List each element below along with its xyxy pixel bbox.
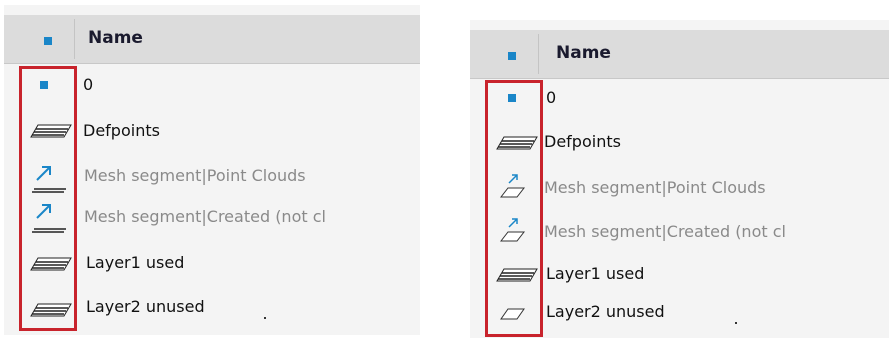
left-column-header[interactable]: Name <box>4 15 420 64</box>
column-divider[interactable] <box>538 34 539 74</box>
layer-name: 0 <box>83 75 94 94</box>
layer-name: Defpoints <box>83 121 160 140</box>
layer-name: Mesh segment|Point Clouds <box>84 166 306 185</box>
right-column-header[interactable]: Name <box>470 30 889 79</box>
layer-name: Layer1 used <box>546 264 645 283</box>
right-layer-panel: Name 0 Defpoints Mesh segment|Point Clou… <box>470 20 889 338</box>
stray-dot <box>735 322 737 324</box>
column-divider[interactable] <box>74 19 75 59</box>
icon-column-highlight <box>19 66 77 331</box>
layer-name: Layer2 unused <box>546 302 665 321</box>
left-layer-panel: Name 0 Defpoints Mesh segment|Point Clou… <box>4 5 420 335</box>
layer-name: Layer1 used <box>86 253 185 272</box>
layer-name: Defpoints <box>544 132 621 151</box>
layer-name: Mesh segment|Created (not cl <box>84 207 326 226</box>
layer-name: Mesh segment|Created (not cl <box>544 222 786 241</box>
name-column-label: Name <box>556 43 611 63</box>
icon-column-highlight <box>485 80 543 337</box>
blue-square-icon <box>508 52 516 60</box>
layer-name: Layer2 unused <box>86 297 205 316</box>
name-column-label: Name <box>88 28 143 48</box>
layer-name: 0 <box>546 88 557 107</box>
stray-dot <box>264 317 266 319</box>
layer-name: Mesh segment|Point Clouds <box>544 178 766 197</box>
blue-square-icon <box>44 37 52 45</box>
